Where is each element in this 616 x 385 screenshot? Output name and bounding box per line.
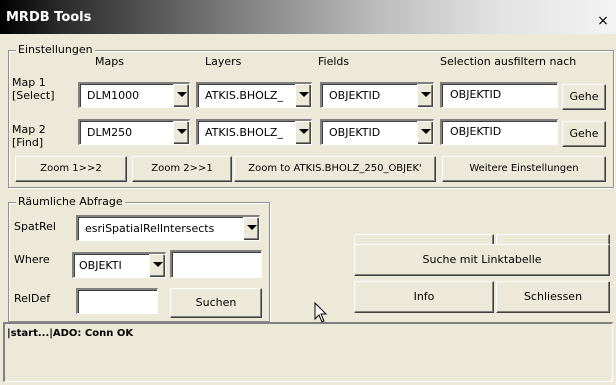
map2-label-line1: Map 2 [12,123,46,136]
spatrel-value: esriSpatialRelIntersects [85,222,215,235]
close-button[interactable]: Schliessen [496,281,610,313]
window-title: MRDB Tools [6,10,92,25]
log-area[interactable]: |start...|ADO: Conn OK [3,322,613,382]
mrdb-tools-window: MRDB Tools × Einstellungen Maps Layers F… [0,0,616,385]
where-value-input[interactable] [170,250,262,278]
fields-column-header: Fields [318,55,350,68]
spatrel-dropdown[interactable]: esriSpatialRelIntersects [76,215,260,241]
map2-go-button[interactable]: Gehe [562,121,606,147]
reldef-label: RelDef [14,292,51,305]
map2-selection-input[interactable]: OBJEKTID [440,119,558,145]
map1-go-button[interactable]: Gehe [562,84,606,110]
info-button[interactable]: Info [354,281,494,313]
chevron-down-icon[interactable] [295,84,311,107]
chevron-down-icon[interactable] [417,84,433,107]
map2-maps-value: DLM250 [87,126,133,139]
chevron-down-icon[interactable] [173,84,189,107]
map2-maps-dropdown[interactable]: DLM250 [78,119,190,145]
where-label: Where [14,253,50,266]
map1-maps-value: DLM1000 [87,89,140,102]
spatial-query-group-label: Räumliche Abfrage [16,195,125,208]
log-text: |start...|ADO: Conn OK [7,328,134,339]
map2-layers-dropdown[interactable]: ATKIS.BHOLZ_ [196,119,312,145]
map2-layers-value: ATKIS.BHOLZ_ [205,126,283,139]
spatrel-label: SpatRel [14,220,56,233]
layers-column-header: Layers [205,55,242,68]
mouse-cursor-icon [314,302,328,323]
more-settings-button[interactable]: Weitere Einstellungen [442,156,606,182]
map1-fields-value: OBJEKTID [329,89,381,102]
map2-fields-dropdown[interactable]: OBJEKTID [320,119,434,145]
chevron-down-icon[interactable] [173,121,189,144]
link-table-search-button[interactable]: Suche mit Linktabelle [354,244,610,276]
reldef-input[interactable] [76,288,158,314]
chevron-down-icon[interactable] [149,254,165,277]
map1-fields-dropdown[interactable]: OBJEKTID [320,82,434,108]
map2-fields-value: OBJEKTID [329,126,381,139]
map1-label: Map 1 [Select] [12,76,55,102]
map2-label-line2: [Find] [12,136,44,149]
zoom-1-to-2-button[interactable]: Zoom 1>>2 [15,156,127,182]
close-icon[interactable]: × [596,14,610,28]
selection-column-header: Selection ausfiltern nach [440,55,577,68]
map1-layers-value: ATKIS.BHOLZ_ [205,89,283,102]
map1-label-line1: Map 1 [12,76,46,89]
where-field-value: OBJEKTI [79,259,122,272]
title-bar[interactable]: MRDB Tools × [0,0,616,34]
chevron-down-icon[interactable] [417,121,433,144]
map1-maps-dropdown[interactable]: DLM1000 [78,82,190,108]
map2-label: Map 2 [Find] [12,123,46,149]
where-field-dropdown[interactable]: OBJEKTI [72,252,166,278]
maps-column-header: Maps [95,55,124,68]
chevron-down-icon[interactable] [243,217,259,240]
map1-label-line2: [Select] [12,89,55,102]
zoom-to-layer-button[interactable]: Zoom to ATKIS.BHOLZ_250_OBJEK' [234,156,436,182]
map1-selection-input[interactable]: OBJEKTID [440,82,558,108]
zoom-2-to-1-button[interactable]: Zoom 2>>1 [132,156,232,182]
chevron-down-icon[interactable] [295,121,311,144]
settings-group-label: Einstellungen [16,43,95,56]
map1-layers-dropdown[interactable]: ATKIS.BHOLZ_ [196,82,312,108]
search-button[interactable]: Suchen [170,288,262,318]
